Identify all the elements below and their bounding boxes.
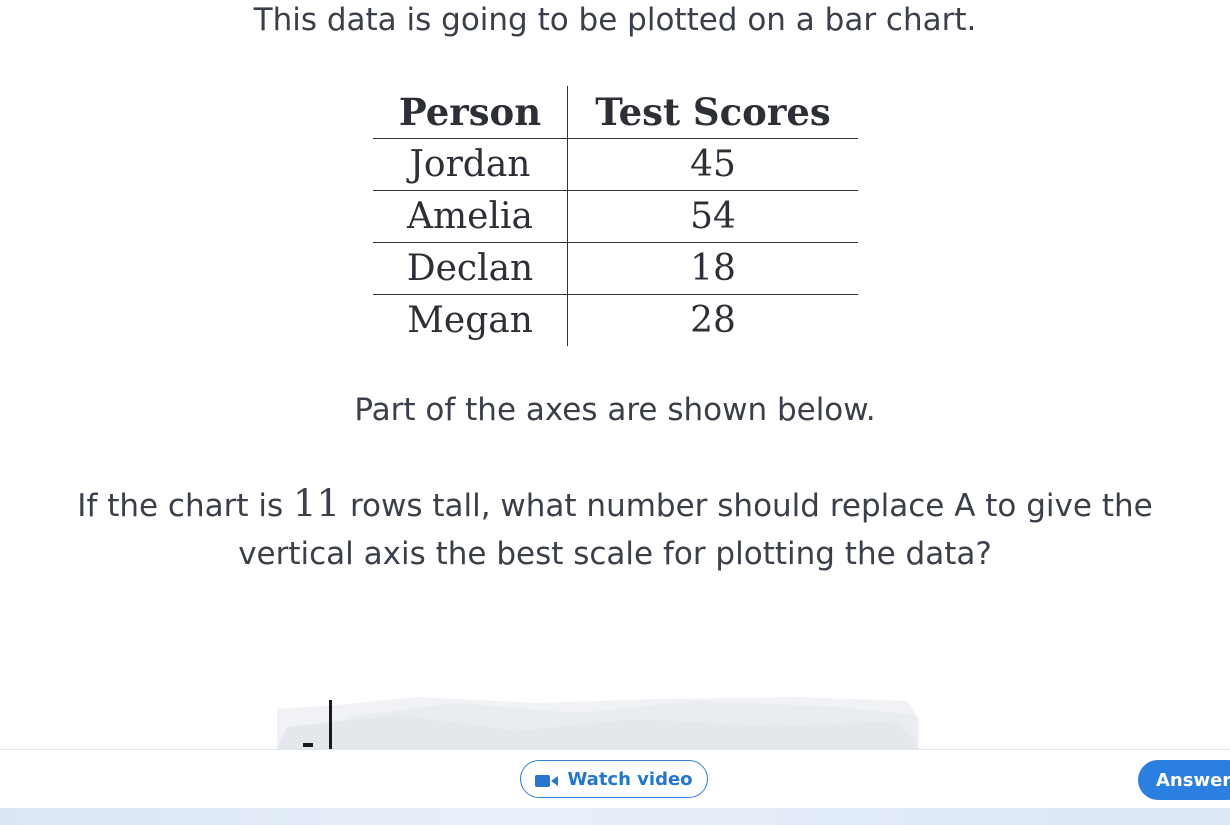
footer-divider — [0, 749, 1230, 750]
table-row: Jordan 45 — [373, 138, 858, 191]
question-text-start: If the chart is — [77, 488, 293, 524]
watch-video-button[interactable]: Watch video — [520, 760, 708, 798]
person-cell: Jordan — [373, 138, 568, 191]
axes-preview-image — [277, 697, 919, 749]
score-cell: 54 — [567, 190, 858, 243]
question-text: If the chart is 11 rows tall, what numbe… — [20, 480, 1210, 578]
table-header-row: Person Test Scores — [373, 86, 858, 139]
score-cell: 28 — [690, 300, 736, 341]
person-cell: Declan — [373, 242, 568, 295]
column-header-person: Person — [373, 86, 568, 139]
table-row: Declan 18 — [373, 242, 858, 295]
table-row: Amelia 54 — [373, 190, 858, 243]
score-cell: 18 — [567, 242, 858, 295]
axes-intro-text: Part of the axes are shown below. — [354, 392, 876, 428]
answer-label: Answer — [1156, 769, 1230, 791]
question-text-end: rows tall, what number should replace A … — [238, 488, 1153, 572]
scores-table: Person Test Scores Jordan 45 Amelia 54 D… — [373, 86, 858, 346]
column-header-test-scores: Test Scores — [567, 86, 858, 139]
person-cell: Amelia — [373, 190, 568, 243]
score-cell: 45 — [567, 138, 858, 191]
rows-number: 11 — [293, 482, 341, 525]
bottom-band — [0, 808, 1230, 825]
video-camera-icon — [535, 772, 559, 787]
person-cell: Megan — [373, 294, 568, 346]
intro-text: This data is going to be plotted on a ba… — [253, 2, 977, 38]
watch-video-label: Watch video — [567, 768, 693, 790]
answer-button[interactable]: Answer — [1138, 760, 1230, 800]
table-row: Megan 28 — [373, 294, 858, 346]
